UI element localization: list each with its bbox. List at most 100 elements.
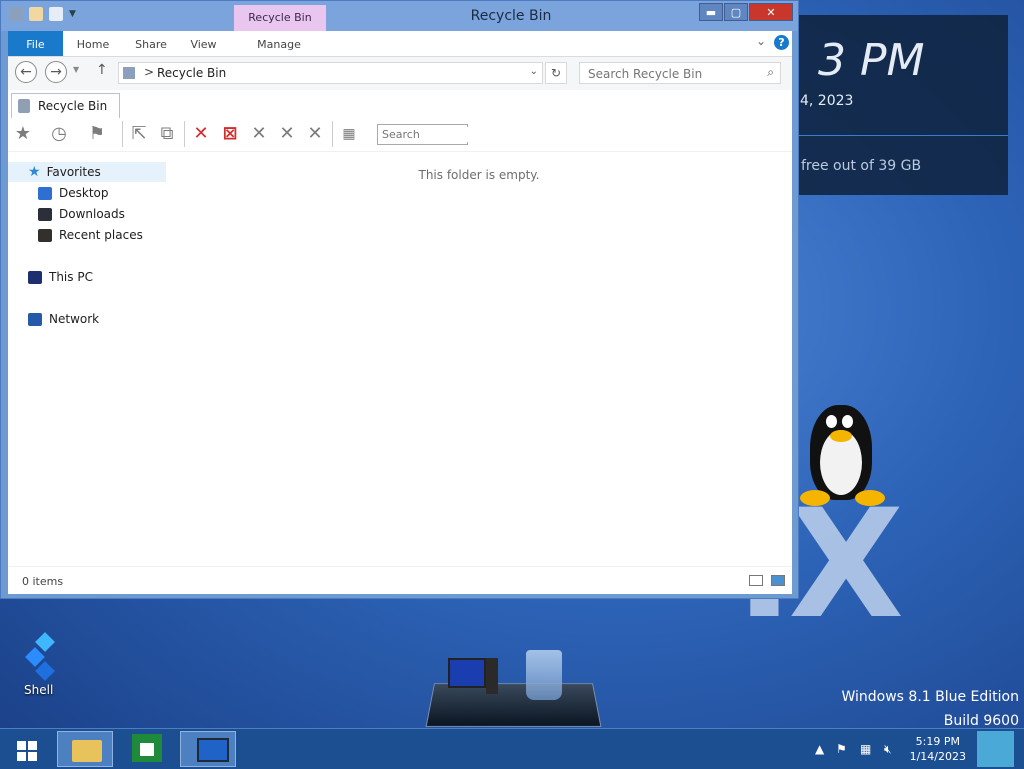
action-center-flag-icon[interactable]: ⚑ xyxy=(836,742,847,756)
context-tab-group: Recycle Bin Tools xyxy=(234,5,326,50)
tile-free-space: free out of 39 GB xyxy=(801,158,922,174)
toolbar-search-input[interactable] xyxy=(380,127,469,142)
tab-view[interactable]: View xyxy=(181,31,226,56)
new-folder-icon[interactable] xyxy=(49,7,63,21)
up-button[interactable]: ↑ xyxy=(96,62,108,78)
view-options-icon[interactable]: ▦ xyxy=(338,123,360,145)
history-icon[interactable]: ◷ xyxy=(48,123,70,145)
properties-icon[interactable] xyxy=(29,7,43,21)
file-list[interactable]: This folder is empty. xyxy=(166,152,792,566)
tile-divider xyxy=(798,135,1008,136)
tab-share[interactable]: Share xyxy=(126,31,176,56)
folder-tab-label: Recycle Bin xyxy=(38,99,108,113)
downloads-icon xyxy=(38,207,52,221)
windows-logo-icon xyxy=(17,741,37,761)
recycle-bin-icon[interactable] xyxy=(526,650,562,700)
restore-selected-icon[interactable]: ✕ xyxy=(304,123,326,145)
move-to-icon[interactable]: ⇱ xyxy=(128,123,150,145)
search-icon[interactable]: ⌕ xyxy=(767,65,774,80)
toolbar-divider xyxy=(184,121,185,147)
clock-date: 1/14/2023 xyxy=(909,750,966,763)
customize-qat-icon[interactable]: ▼ xyxy=(69,9,76,19)
minimize-button[interactable]: ▬ xyxy=(699,3,723,21)
copy-to-icon[interactable]: ⧉ xyxy=(156,123,178,145)
store-taskbar-button[interactable] xyxy=(132,734,162,762)
tab-manage[interactable]: Manage xyxy=(234,31,324,56)
status-bar: 0 items xyxy=(8,566,792,594)
close-button[interactable]: ✕ xyxy=(749,3,793,21)
star-icon: ★ xyxy=(28,164,41,180)
navigation-pane: ★ Favorites Desktop Downloads Recent pla… xyxy=(8,152,166,566)
recycle-bin-app-icon[interactable] xyxy=(9,7,23,21)
help-button[interactable]: ? xyxy=(774,35,789,50)
toolbar-divider xyxy=(332,121,333,147)
file-explorer-taskbar-button[interactable] xyxy=(57,731,113,767)
nav-downloads-label: Downloads xyxy=(59,207,125,221)
details-view-icon[interactable] xyxy=(749,575,763,586)
edition-name: Windows 8.1 Blue Edition xyxy=(841,689,1019,705)
title-bar[interactable]: ▼ Recycle Bin Tools Recycle Bin ▬ ▢ ✕ xyxy=(1,1,798,50)
maximize-button[interactable]: ▢ xyxy=(724,3,748,21)
start-button[interactable] xyxy=(0,731,56,767)
system-clock[interactable]: 5:19 PM 1/14/2023 xyxy=(910,734,966,764)
large-icons-view-icon[interactable] xyxy=(771,575,785,586)
taskbar: ▲ ⚑ ▦ 🔇︎ 5:19 PM 1/14/2023 xyxy=(0,728,1024,769)
folder-tab-strip: Recycle Bin xyxy=(8,90,792,119)
windows-flag-icon[interactable]: ⚑ xyxy=(86,123,108,145)
shell-desktop-icon[interactable]: Shell xyxy=(14,630,66,700)
ribbon-tabs: File Home Share View Manage ⌄ ? xyxy=(8,31,792,57)
toolbar-search-box[interactable] xyxy=(377,124,469,145)
computer-icon[interactable] xyxy=(448,658,498,696)
desktop-taskbar-button[interactable] xyxy=(180,731,236,767)
nav-desktop[interactable]: Desktop xyxy=(38,183,109,203)
address-bar-row: ← → ▼ ↑ > Recycle Bin ⌄ ↻ ⌕ xyxy=(8,57,792,90)
address-field[interactable]: > Recycle Bin ⌄ xyxy=(118,62,543,84)
nav-recent-places-label: Recent places xyxy=(59,228,143,242)
command-toolbar: ★ ◷ ⚑ ⇱ ⧉ ✕ ⊠ ✕ ✕ ✕ ▦ xyxy=(8,118,792,152)
edition-watermark: Windows 8.1 Blue Edition Build 9600 xyxy=(841,685,1019,733)
tab-file[interactable]: File xyxy=(8,31,63,56)
volume-muted-icon[interactable]: 🔇︎ xyxy=(884,742,892,757)
recent-places-icon xyxy=(38,228,52,242)
forward-button[interactable]: → xyxy=(45,61,67,83)
this-pc-icon xyxy=(28,270,42,284)
folder-tab[interactable]: Recycle Bin xyxy=(11,93,121,118)
back-button[interactable]: ← xyxy=(15,61,37,83)
user-avatar[interactable] xyxy=(977,731,1014,767)
empty-folder-message: This folder is empty. xyxy=(418,168,540,182)
clock-tile: 3 PM 4, 2023 free out of 39 GB xyxy=(798,15,1008,195)
delete-icon[interactable]: ✕ xyxy=(190,123,212,145)
nav-recent-places[interactable]: Recent places xyxy=(38,225,143,245)
recent-locations-icon[interactable]: ▼ xyxy=(73,65,79,74)
nav-this-pc-label: This PC xyxy=(49,270,93,284)
network-icon xyxy=(28,312,42,326)
recycle-bin-tab-icon xyxy=(18,99,30,113)
restore-all-icon[interactable]: ✕ xyxy=(276,123,298,145)
empty-bin-icon[interactable]: ⊠ xyxy=(219,123,241,145)
nav-downloads[interactable]: Downloads xyxy=(38,204,125,224)
explorer-window: ▼ Recycle Bin Tools Recycle Bin ▬ ▢ ✕ Fi… xyxy=(0,0,799,599)
restore-icon[interactable]: ✕ xyxy=(248,123,270,145)
breadcrumb-recycle-bin[interactable]: Recycle Bin xyxy=(157,66,226,80)
desktop-icon xyxy=(38,186,52,200)
network-status-icon[interactable]: ▦ xyxy=(860,742,871,756)
search-box[interactable]: ⌕ xyxy=(579,62,781,84)
breadcrumb-separator[interactable]: > xyxy=(144,65,154,79)
folder-icon xyxy=(72,740,102,762)
favorite-star-icon[interactable]: ★ xyxy=(12,123,34,145)
search-input[interactable] xyxy=(586,66,760,82)
nav-favorites-label: Favorites xyxy=(46,165,101,179)
quick-access-toolbar: ▼ xyxy=(9,7,76,21)
tab-home[interactable]: Home xyxy=(68,31,118,56)
refresh-button[interactable]: ↻ xyxy=(545,62,567,84)
expand-ribbon-icon[interactable]: ⌄ xyxy=(756,34,766,48)
toolbar-divider xyxy=(122,121,123,147)
window-title: Recycle Bin xyxy=(470,8,552,24)
nav-this-pc[interactable]: This PC xyxy=(28,267,93,287)
tile-date: 4, 2023 xyxy=(800,93,854,109)
address-dropdown-icon[interactable]: ⌄ xyxy=(530,66,538,77)
store-bag-icon xyxy=(140,743,154,756)
show-hidden-icons-icon[interactable]: ▲ xyxy=(815,742,824,756)
nav-network[interactable]: Network xyxy=(28,309,99,329)
nav-favorites[interactable]: ★ Favorites xyxy=(8,162,166,182)
